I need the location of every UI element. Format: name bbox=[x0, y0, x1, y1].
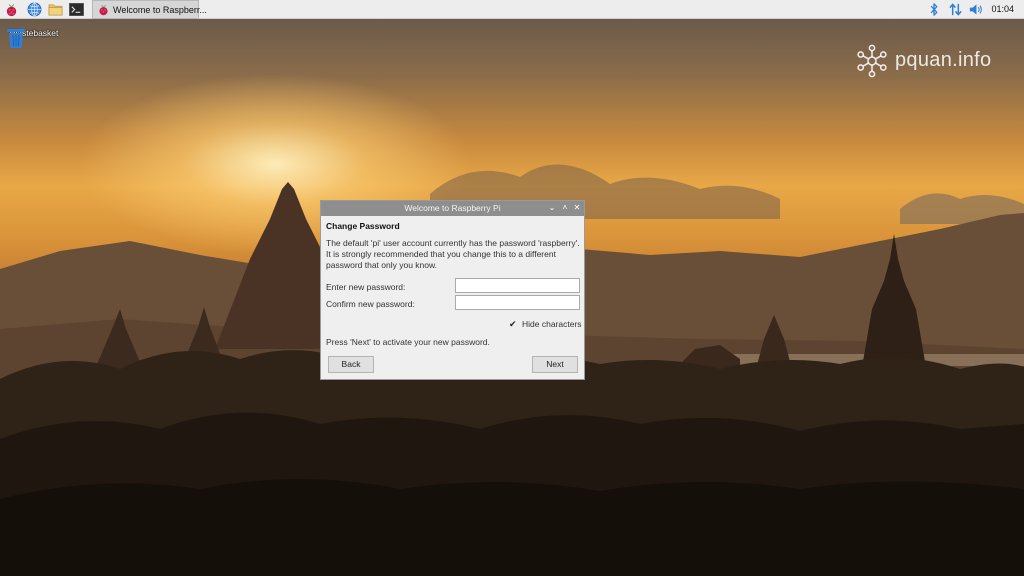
terminal-icon[interactable] bbox=[69, 2, 84, 17]
watermark-text: pquan.info bbox=[895, 49, 992, 71]
clock[interactable]: 01:04 bbox=[991, 4, 1014, 14]
volume-icon[interactable] bbox=[968, 2, 983, 17]
minimize-button[interactable]: ⌄ bbox=[547, 203, 557, 213]
back-button[interactable]: Back bbox=[328, 356, 374, 373]
confirm-password-label: Confirm new password: bbox=[326, 299, 415, 309]
next-button[interactable]: Next bbox=[532, 356, 578, 373]
network-logo-icon bbox=[857, 44, 887, 78]
network-icon[interactable] bbox=[948, 2, 963, 17]
welcome-dialog: Welcome to Raspberry Pi ⌄ ˄ ✕ Change Pas… bbox=[320, 200, 585, 380]
web-browser-icon[interactable] bbox=[27, 2, 42, 17]
confirm-password-input[interactable] bbox=[455, 295, 580, 310]
dialog-heading: Change Password bbox=[326, 221, 400, 231]
new-password-label: Enter new password: bbox=[326, 282, 406, 292]
hide-characters-checkbox[interactable]: ✔ bbox=[509, 319, 519, 329]
raspberry-icon bbox=[99, 4, 108, 16]
desktop-icon-wastebasket[interactable]: Wastebasket bbox=[4, 26, 64, 48]
hide-characters-label[interactable]: Hide characters bbox=[522, 319, 582, 329]
wastebasket-icon bbox=[7, 29, 25, 48]
bluetooth-icon[interactable] bbox=[928, 2, 940, 17]
dialog-description: The default 'pi' user account currently … bbox=[326, 238, 580, 270]
close-button[interactable]: ✕ bbox=[572, 203, 582, 213]
dialog-title: Welcome to Raspberry Pi bbox=[404, 203, 501, 213]
watermark: pquan.info bbox=[855, 44, 1015, 78]
raspberry-icon[interactable] bbox=[4, 2, 19, 17]
maximize-button[interactable]: ˄ bbox=[560, 203, 570, 213]
taskbar: Welcome to Raspberr... 01:04 bbox=[0, 0, 1024, 19]
new-password-input[interactable] bbox=[455, 278, 580, 293]
taskbar-task-welcome[interactable]: Welcome to Raspberr... bbox=[92, 0, 207, 19]
file-manager-icon[interactable] bbox=[48, 2, 63, 17]
taskbar-task-label: Welcome to Raspberr... bbox=[113, 5, 207, 15]
dialog-footnote: Press 'Next' to activate your new passwo… bbox=[326, 337, 490, 347]
dialog-titlebar[interactable]: Welcome to Raspberry Pi ⌄ ˄ ✕ bbox=[321, 201, 584, 216]
